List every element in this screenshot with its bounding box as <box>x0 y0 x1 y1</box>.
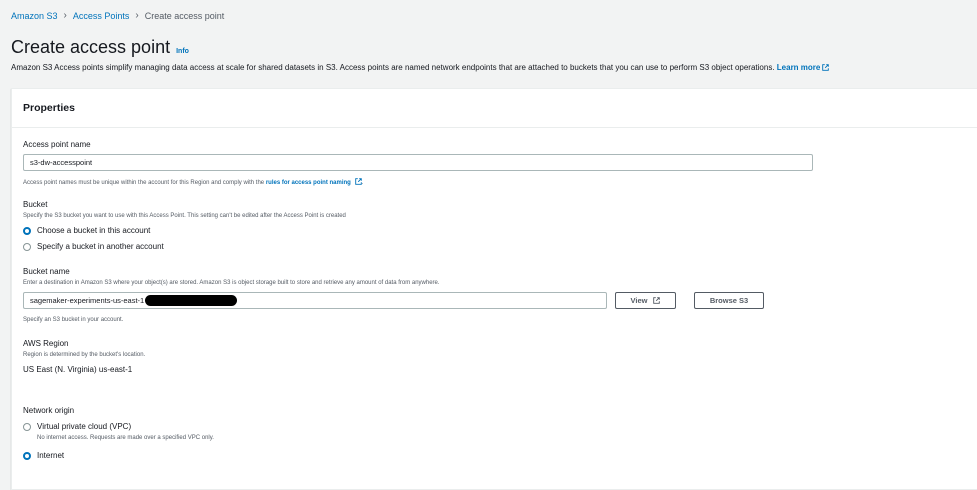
info-link[interactable]: Info <box>176 48 189 55</box>
radio-checked-icon <box>23 226 31 235</box>
external-link-icon <box>653 297 661 304</box>
bucket-hint: Specify the S3 bucket you want to use wi… <box>23 213 346 219</box>
radio-network-vpc[interactable]: Virtual private cloud (VPC) <box>23 422 131 431</box>
radio-checked-icon <box>23 451 31 460</box>
browse-s3-button[interactable]: Browse S3 <box>694 292 764 309</box>
chevron-right-icon: › <box>135 10 139 21</box>
external-link-icon <box>822 64 830 71</box>
breadcrumb: Amazon S3 › Access Points › Create acces… <box>11 10 224 21</box>
access-point-name-hint: Access point names must be unique within… <box>23 178 364 186</box>
page-title-row: Create access point Info <box>11 37 189 58</box>
aws-region-label: AWS Region <box>23 339 69 348</box>
breadcrumb-link-amazon-s3[interactable]: Amazon S3 <box>11 11 58 21</box>
access-point-name-value: s3-dw-accesspoint <box>30 158 93 167</box>
radio-network-internet[interactable]: Internet <box>23 451 64 460</box>
radio-bucket-another-account[interactable]: Specify a bucket in another account <box>23 242 164 251</box>
learn-more-link[interactable]: Learn more <box>777 63 830 72</box>
external-link-icon <box>354 178 362 185</box>
radio-unchecked-icon <box>23 242 31 251</box>
radio-bucket-this-account[interactable]: Choose a bucket in this account <box>23 226 150 235</box>
breadcrumb-current: Create access point <box>144 10 225 21</box>
bucket-label: Bucket <box>23 200 48 209</box>
properties-panel: Properties Access point name s3-dw-acces… <box>11 88 977 490</box>
vpc-description: No internet access. Requests are made ov… <box>37 435 214 441</box>
access-point-name-label: Access point name <box>23 140 91 149</box>
bucket-name-input[interactable]: sagemaker-experiments-us-east-1 <box>23 292 607 309</box>
aws-region-hint: Region is determined by the bucket's loc… <box>23 352 146 358</box>
chevron-right-icon: › <box>63 10 67 21</box>
page-title: Create access point <box>11 37 171 57</box>
properties-heading: Properties <box>12 89 977 128</box>
bucket-name-label: Bucket name <box>23 267 70 276</box>
bucket-name-hint: Enter a destination in Amazon S3 where y… <box>23 280 440 286</box>
naming-rules-link[interactable]: rules for access point naming <box>266 180 351 186</box>
page-description: Amazon S3 Access points simplify managin… <box>11 63 971 72</box>
bucket-name-footer-hint: Specify an S3 bucket in your account. <box>23 317 124 323</box>
view-bucket-button[interactable]: View <box>615 292 676 309</box>
redacted-block <box>145 295 238 306</box>
access-point-name-input[interactable]: s3-dw-accesspoint <box>23 154 813 171</box>
breadcrumb-link-access-points[interactable]: Access Points <box>73 11 130 21</box>
aws-region-value: US East (N. Virginia) us-east-1 <box>23 365 133 374</box>
radio-unchecked-icon <box>23 422 31 431</box>
bucket-name-value: sagemaker-experiments-us-east-1 <box>30 296 145 305</box>
description-text: Amazon S3 Access points simplify managin… <box>11 63 775 72</box>
network-origin-label: Network origin <box>23 406 75 415</box>
